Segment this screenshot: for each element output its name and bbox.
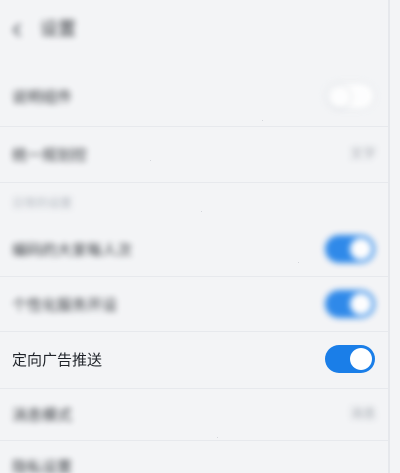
setting-value: 消息 [349, 407, 376, 422]
targeted-ads-toggle[interactable] [325, 345, 375, 373]
setting-label: 说明组件 [12, 88, 73, 106]
setting-label: 消息模式 [12, 406, 73, 424]
setting-label: 个性化服务开设 [12, 296, 118, 314]
toggle-knob [350, 348, 372, 370]
settings-page: 设置 说明组件 统一规划控 文字 日常的设置 编码的大家每人次 个性化服务开设 … [0, 0, 400, 473]
recommendation-toggle[interactable] [325, 235, 375, 263]
divider [0, 182, 388, 183]
setting-row-message-mode[interactable]: 消息模式 消息 [0, 386, 400, 444]
setting-row-recommendation[interactable]: 编码的大家每人次 [0, 221, 400, 279]
toggle-knob [328, 84, 352, 109]
component-toggle[interactable] [325, 82, 375, 110]
targeted-ads-label: 定向广告推送 [12, 351, 103, 369]
toggle-knob [350, 238, 372, 260]
back-arrow-icon[interactable] [10, 22, 26, 38]
noise-speck [217, 437, 218, 438]
setting-row-privacy[interactable]: 隐私设置 [0, 438, 400, 473]
toggle-knob [350, 293, 372, 315]
setting-label: 编码的大家每人次 [12, 241, 133, 259]
header: 设置 [0, 0, 400, 60]
noise-speck [298, 262, 299, 263]
setting-value: 文字 [349, 147, 376, 162]
setting-label: 隐私设置 [12, 458, 73, 473]
noise-speck [262, 120, 263, 121]
setting-row-targeted-ads[interactable]: 定向广告推送 [0, 331, 400, 389]
noise-speck [201, 211, 202, 212]
personalized-toggle[interactable] [325, 290, 375, 318]
page-title: 设置 [40, 19, 76, 40]
setting-row-component[interactable]: 说明组件 [0, 68, 400, 126]
setting-row-personalized[interactable]: 个性化服务开设 [0, 276, 400, 334]
setting-label: 统一规划控 [12, 146, 88, 164]
section-header: 日常的设置 [12, 196, 73, 210]
setting-row-unified[interactable]: 统一规划控 文字 [0, 126, 400, 184]
noise-speck [150, 160, 151, 161]
